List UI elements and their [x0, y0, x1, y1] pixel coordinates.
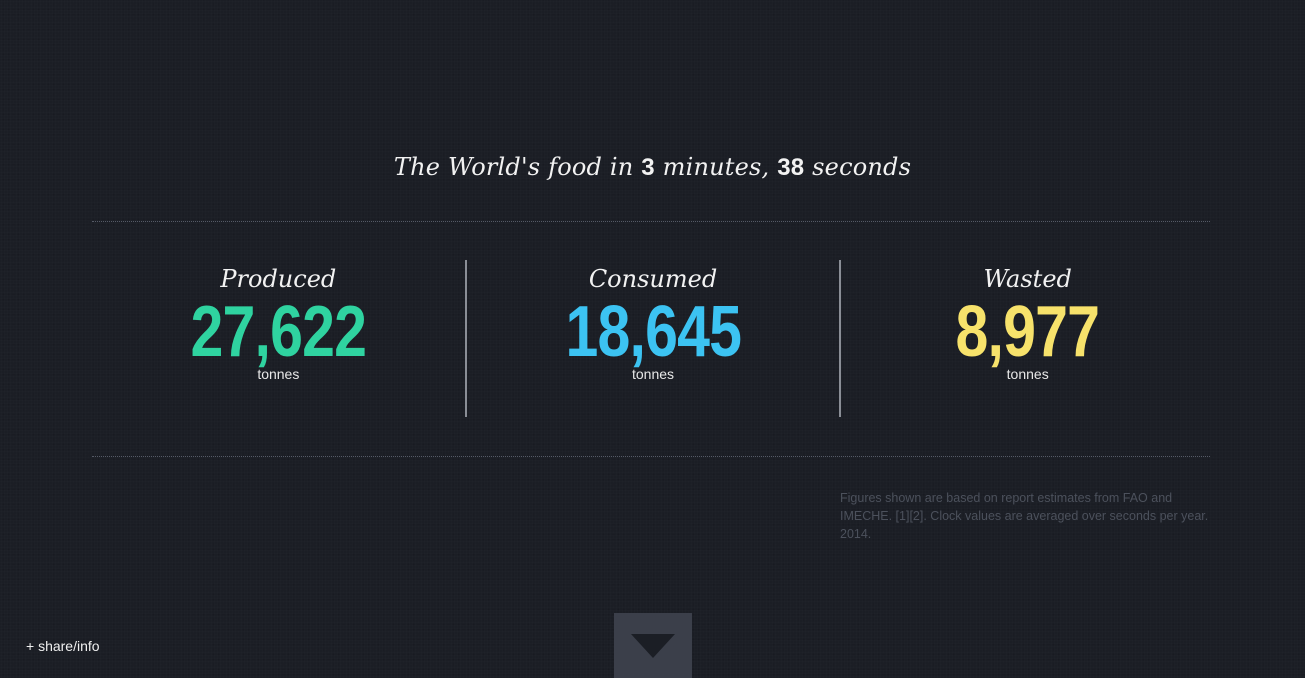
- seconds-value: 38: [777, 154, 805, 181]
- triangle-down-icon: [631, 634, 675, 658]
- headline-prefix: The World's food in: [393, 153, 642, 181]
- stat-value: 18,645: [565, 292, 741, 372]
- scroll-down-button[interactable]: [614, 613, 692, 678]
- stat-consumed: Consumed 18,645 tonnes: [464, 260, 840, 417]
- stat-label: Produced: [220, 265, 337, 293]
- stat-label: Wasted: [983, 265, 1072, 293]
- stat-produced: Produced 27,622 tonnes: [92, 260, 465, 417]
- seconds-word: seconds: [804, 153, 912, 181]
- bottom-divider: [92, 456, 1210, 457]
- minutes-word: minutes,: [654, 153, 778, 181]
- stat-wasted: Wasted 8,977 tonnes: [839, 260, 1214, 417]
- footnote: Figures shown are based on report estima…: [840, 491, 1209, 541]
- stat-value: 8,977: [955, 292, 1100, 372]
- headline: The World's food in 3 minutes, 38 second…: [0, 153, 1305, 182]
- share-info-link[interactable]: + share/info: [26, 638, 100, 654]
- top-divider: [92, 221, 1210, 222]
- stat-label: Consumed: [588, 265, 718, 293]
- minutes-value: 3: [641, 154, 655, 181]
- stats-row: Produced 27,622 tonnes Consumed 18,645 t…: [92, 260, 1214, 417]
- stat-value: 27,622: [190, 292, 367, 372]
